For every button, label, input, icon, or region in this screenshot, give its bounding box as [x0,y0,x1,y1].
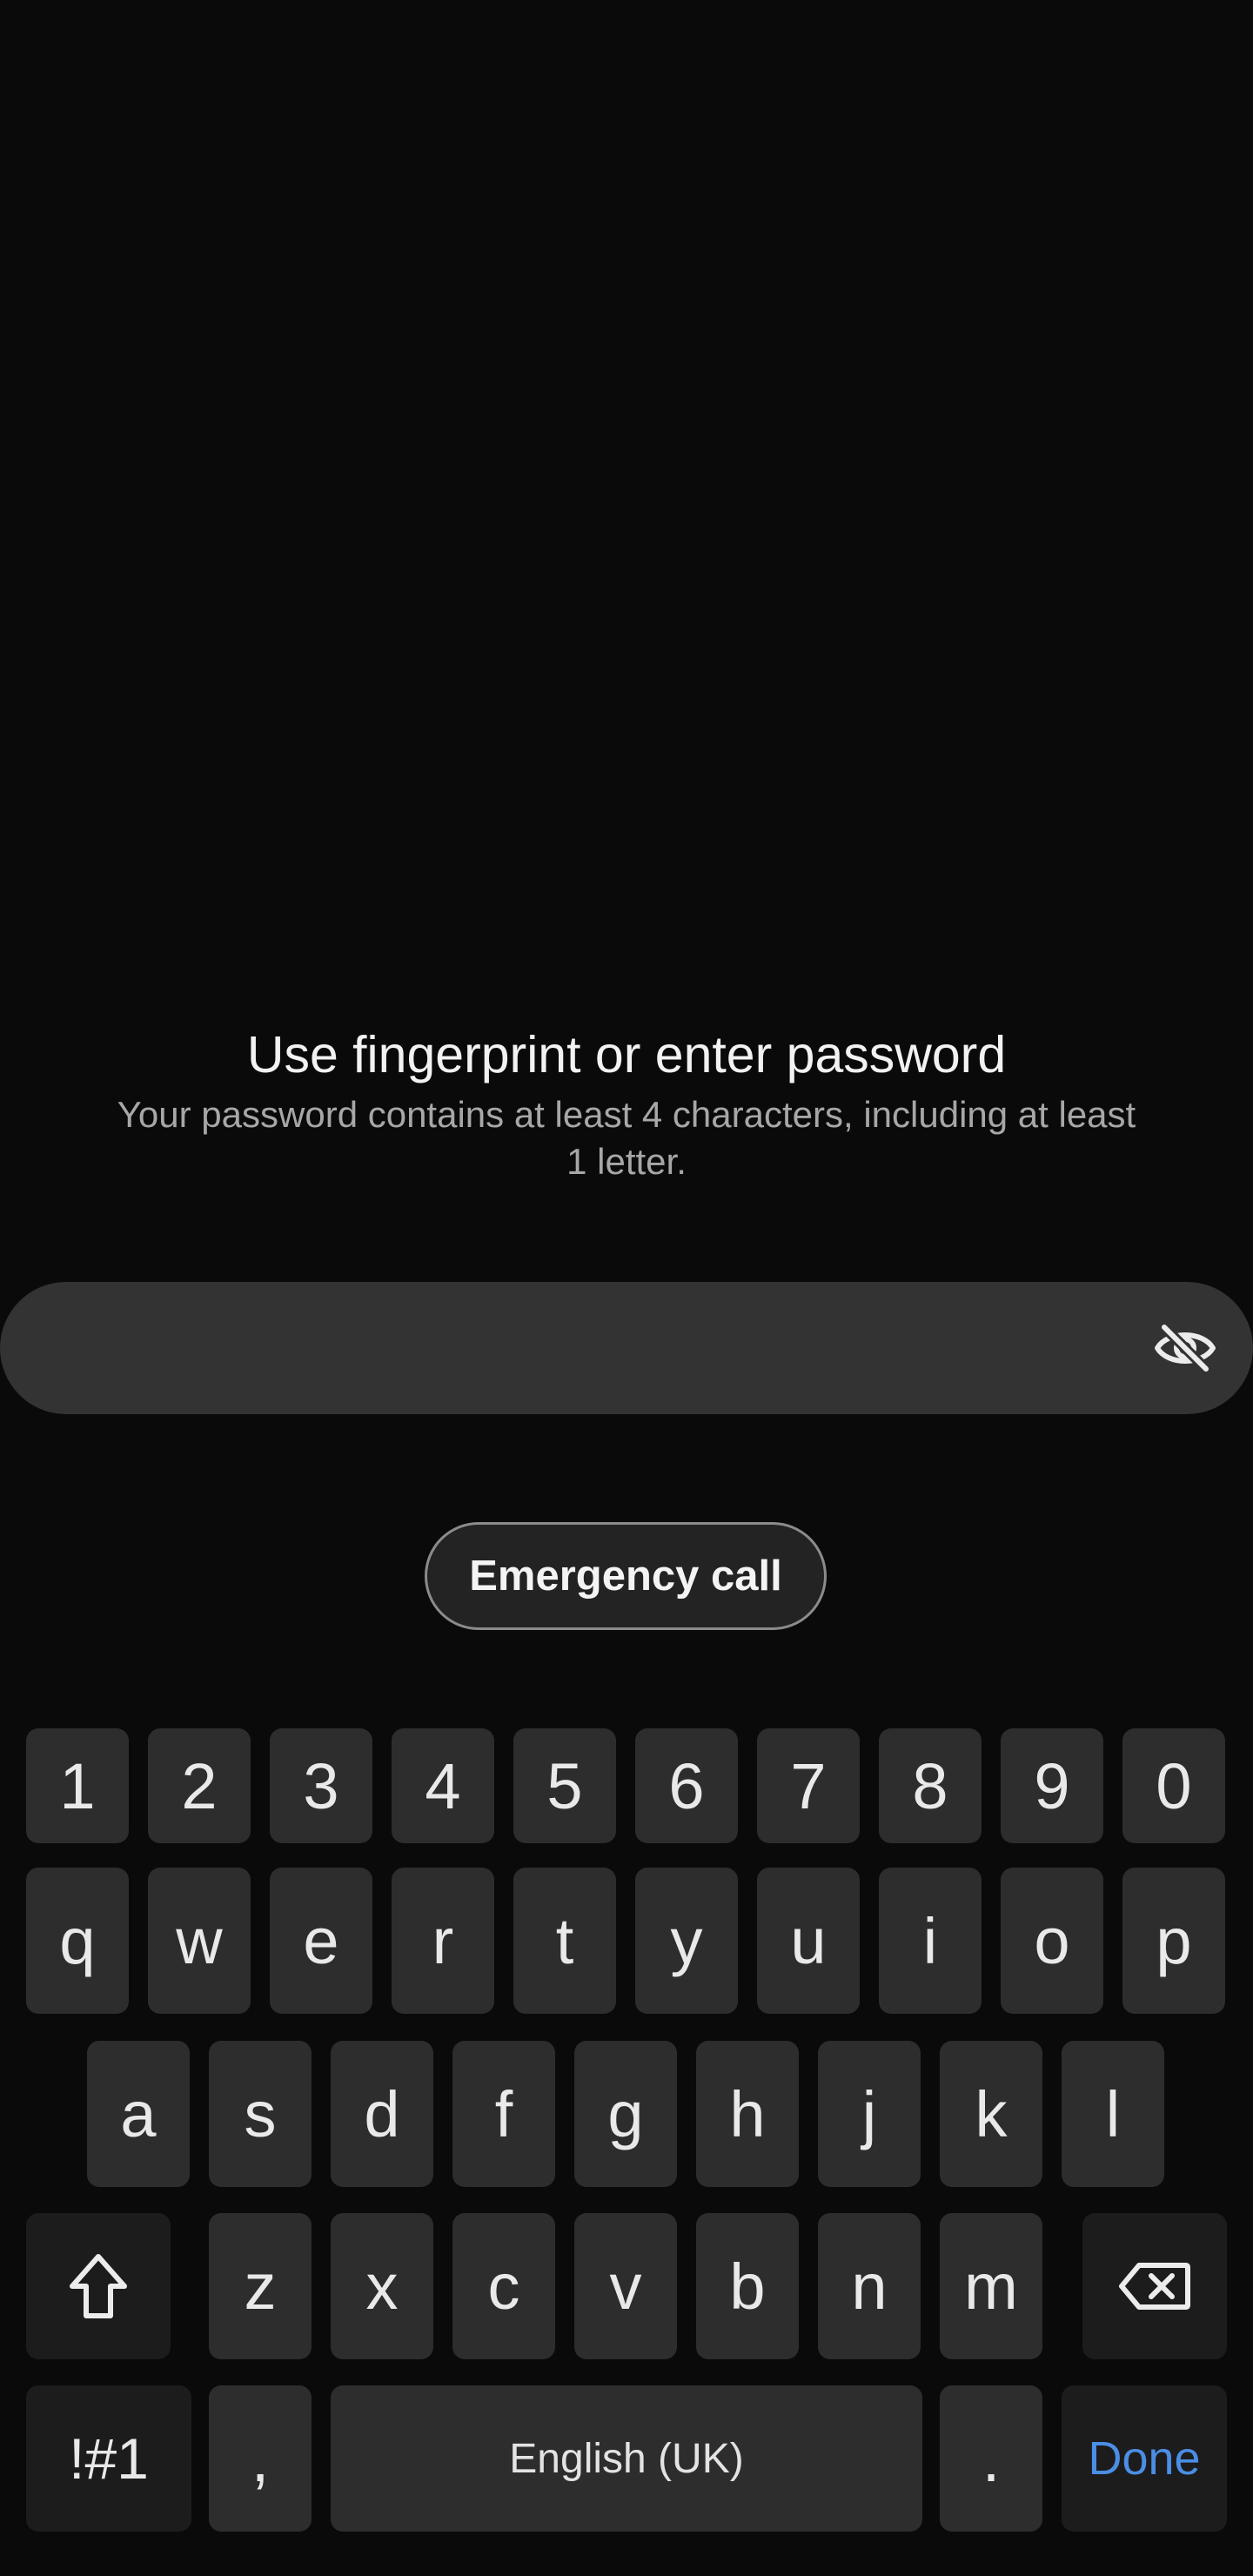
key-j[interactable]: j [818,2041,921,2187]
key-2[interactable]: 2 [148,1728,251,1843]
key-6[interactable]: 6 [635,1728,738,1843]
shift-icon [70,2254,127,2318]
key-9[interactable]: 9 [1001,1728,1103,1843]
key-z[interactable]: z [209,2213,312,2359]
lock-title: Use fingerprint or enter password [246,1026,1007,1083]
key-u[interactable]: u [757,1868,860,2014]
key-m[interactable]: m [940,2213,1042,2359]
key-1[interactable]: 1 [26,1728,129,1843]
key-i[interactable]: i [879,1868,982,2014]
key-5[interactable]: 5 [513,1728,616,1843]
key-f[interactable]: f [452,2041,555,2187]
key-3[interactable]: 3 [270,1728,372,1843]
key-w[interactable]: w [148,1868,251,2014]
emergency-call-button[interactable]: Emergency call [425,1522,827,1630]
key-x[interactable]: x [331,2213,433,2359]
key-r[interactable]: r [392,1868,494,2014]
key-h[interactable]: h [696,2041,799,2187]
lock-subtitle: Your password contains at least 4 charac… [117,1094,1136,1182]
key-l[interactable]: l [1062,2041,1164,2187]
key-e[interactable]: e [270,1868,372,2014]
key-q[interactable]: q [26,1868,129,2014]
key-a[interactable]: a [87,2041,190,2187]
password-field[interactable] [0,1282,1253,1414]
key-p[interactable]: p [1122,1868,1225,2014]
symbols-key[interactable]: !#1 [26,2385,191,2532]
key-0[interactable]: 0 [1122,1728,1225,1843]
key-g[interactable]: g [574,2041,677,2187]
key-b[interactable]: b [696,2213,799,2359]
key-t[interactable]: t [513,1868,616,2014]
key-4[interactable]: 4 [392,1728,494,1843]
done-key[interactable]: Done [1062,2385,1227,2532]
period-key[interactable]: . [940,2385,1042,2532]
toggle-password-visibility-button[interactable] [1150,1317,1220,1379]
comma-key[interactable]: , [209,2385,312,2532]
key-y[interactable]: y [635,1868,738,2014]
key-8[interactable]: 8 [879,1728,982,1843]
space-key[interactable]: English (UK) [331,2385,922,2532]
key-s[interactable]: s [209,2041,312,2187]
backspace-key[interactable] [1082,2213,1227,2359]
key-d[interactable]: d [331,2041,433,2187]
key-7[interactable]: 7 [757,1728,860,1843]
shift-key[interactable] [26,2213,171,2359]
key-k[interactable]: k [940,2041,1042,2187]
key-v[interactable]: v [574,2213,677,2359]
key-o[interactable]: o [1001,1868,1103,2014]
key-c[interactable]: c [452,2213,555,2359]
key-n[interactable]: n [818,2213,921,2359]
eye-off-icon [1155,1323,1216,1373]
backspace-icon [1119,2263,1190,2310]
